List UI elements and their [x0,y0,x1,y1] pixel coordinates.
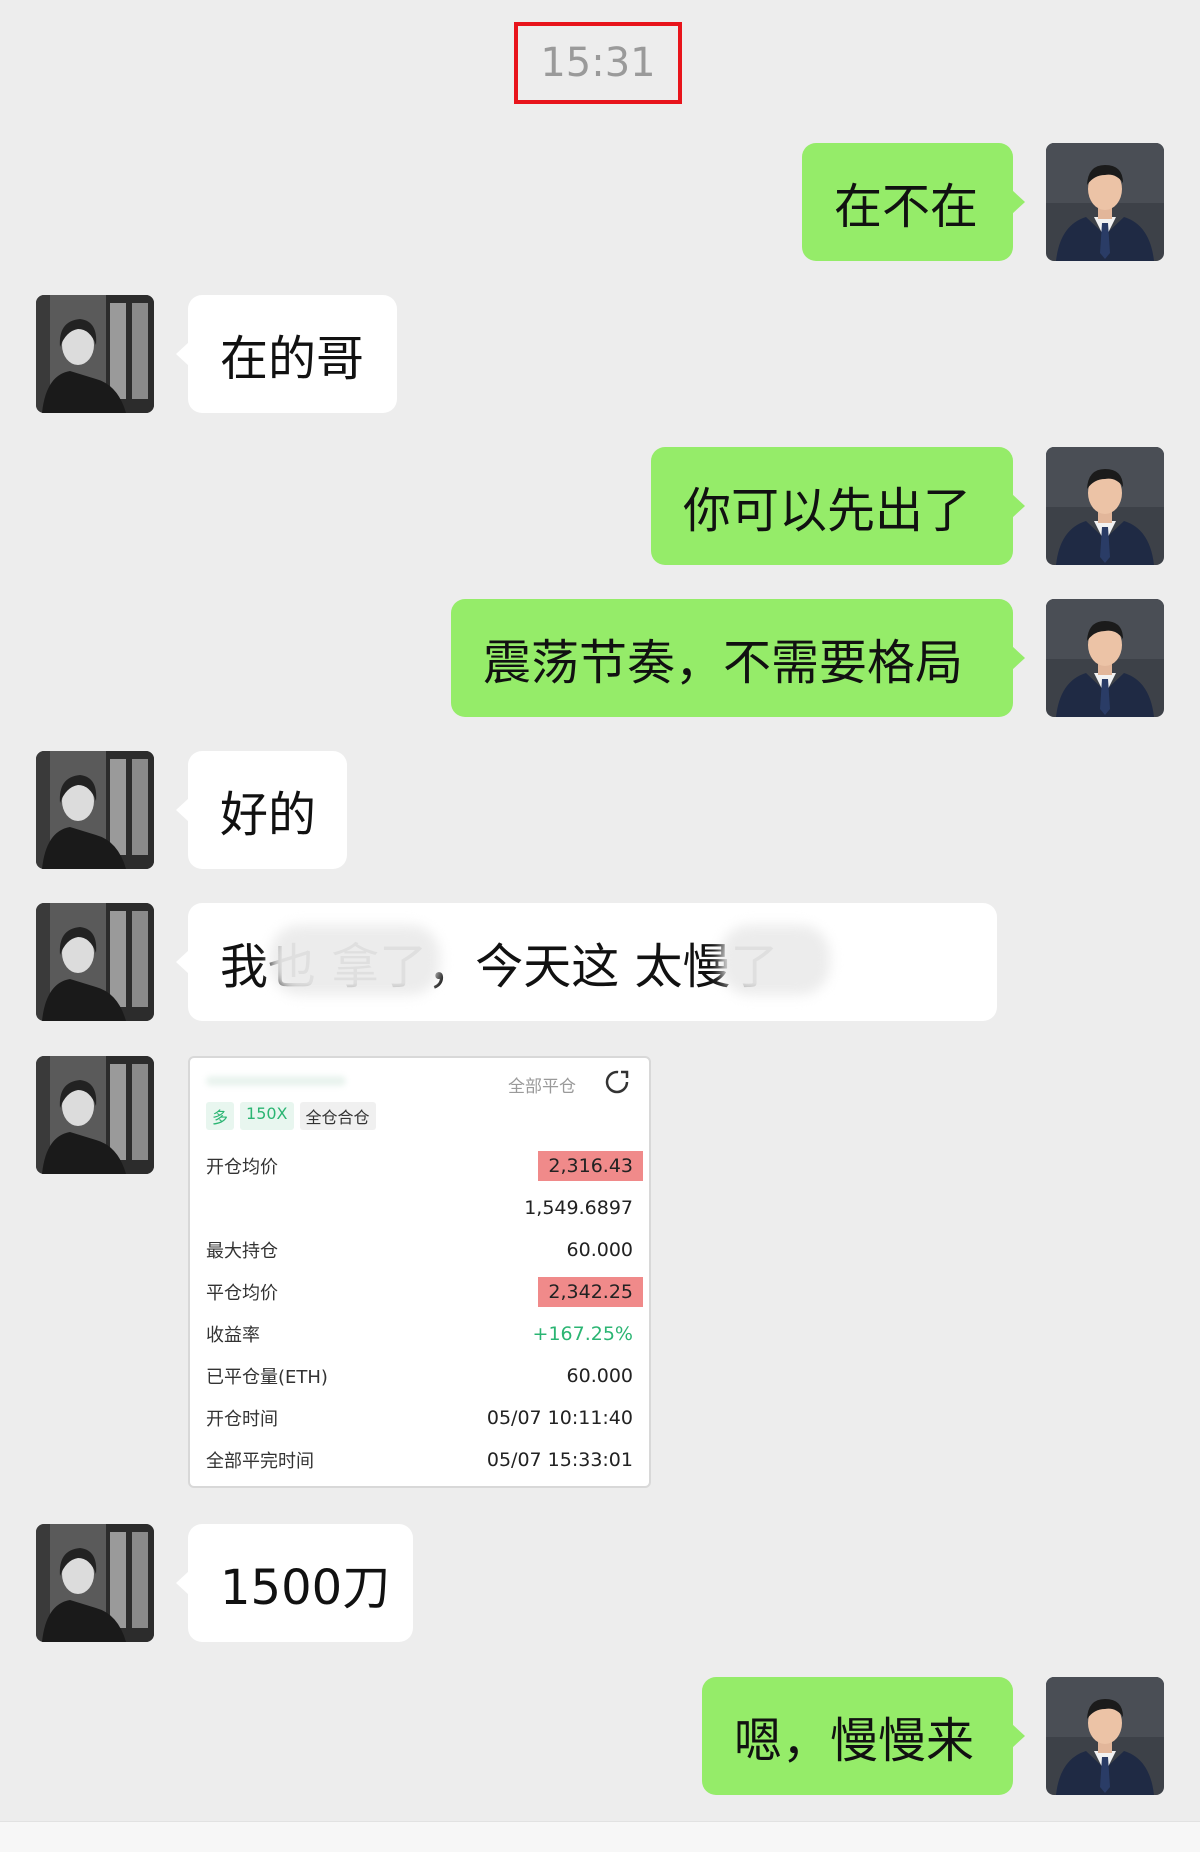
avatar-contact-image [36,1056,154,1174]
privacy-blur [720,925,830,995]
message-bubble-outgoing[interactable]: 震荡节奏，不需要格局 [451,599,1025,717]
avatar-contact[interactable] [36,751,154,869]
trade-row: 开仓时间 05/07 10:11:40 [206,1402,633,1434]
avatar-contact-image [36,751,154,869]
avatar-contact-image [36,903,154,1021]
message-bubble-outgoing[interactable]: 你可以先出了 [651,447,1025,565]
row-value: 05/07 10:11:40 [486,1407,633,1429]
timestamp: 15:31 [514,22,682,104]
blurred-pair-name [206,1076,346,1086]
privacy-blur [270,925,440,995]
avatar-self-image [1046,599,1164,717]
avatar-self-image [1046,143,1164,261]
row-value: 2,316.43 [538,1151,643,1181]
bottom-bar [0,1821,1200,1852]
message-bubble-outgoing[interactable]: 在不在 [802,143,1025,261]
avatar-self-image [1046,1677,1164,1795]
row-value: 60.000 [566,1239,633,1261]
row-value: 60.000 [566,1365,633,1387]
close-all-label: 全部平仓 [508,1077,576,1097]
avatar-contact-image [36,1524,154,1642]
message-bubble-incoming[interactable]: 好的 [176,751,347,869]
trade-row: 全部平完时间 05/07 15:33:01 [206,1444,633,1476]
row-label: 平仓均价 [206,1283,278,1304]
share-icon [605,1070,629,1094]
row-value: 2,342.25 [538,1277,643,1307]
trade-row: 开仓均价 2,316.43 [206,1150,643,1182]
trade-row: 收益率 +167.25% [206,1318,633,1350]
avatar-self[interactable] [1046,447,1164,565]
row-value: 05/07 15:33:01 [486,1449,633,1471]
avatar-self[interactable] [1046,599,1164,717]
row-value: +167.25% [532,1323,633,1345]
trade-row: 1,549.6897 [206,1192,633,1224]
avatar-contact-image [36,295,154,413]
avatar-self[interactable] [1046,143,1164,261]
row-label: 开仓均价 [206,1157,278,1178]
trade-row: 已平仓量(ETH) 60.000 [206,1360,633,1392]
trade-row: 最大持仓 60.000 [206,1234,633,1266]
trade-screenshot-card[interactable]: 全部平仓 多 150X 全仓合仓 开仓均价 2,316.43 1,549.689… [188,1056,651,1488]
row-label: 已平仓量(ETH) [206,1367,328,1388]
avatar-contact[interactable] [36,903,154,1021]
avatar-contact[interactable] [36,1056,154,1174]
row-label: 最大持仓 [206,1241,278,1262]
message-bubble-incoming[interactable]: 在的哥 [176,295,397,413]
avatar-self-image [1046,447,1164,565]
position-tags: 多 150X 全仓合仓 [206,1102,376,1130]
row-label: 开仓时间 [206,1409,278,1430]
message-bubble-outgoing[interactable]: 嗯，慢慢来 [702,1677,1025,1795]
avatar-contact[interactable] [36,295,154,413]
tag-margin-mode: 全仓合仓 [299,1102,376,1130]
message-bubble-incoming[interactable]: 1500刀 [176,1524,413,1642]
tag-direction: 多 [206,1102,235,1130]
tag-leverage: 150X [240,1102,294,1130]
trade-row: 平仓均价 2,342.25 [206,1276,643,1308]
row-label: 全部平完时间 [206,1451,314,1472]
row-label: 收益率 [206,1325,260,1346]
avatar-self[interactable] [1046,1677,1164,1795]
avatar-contact[interactable] [36,1524,154,1642]
row-value: 1,549.6897 [524,1197,633,1219]
